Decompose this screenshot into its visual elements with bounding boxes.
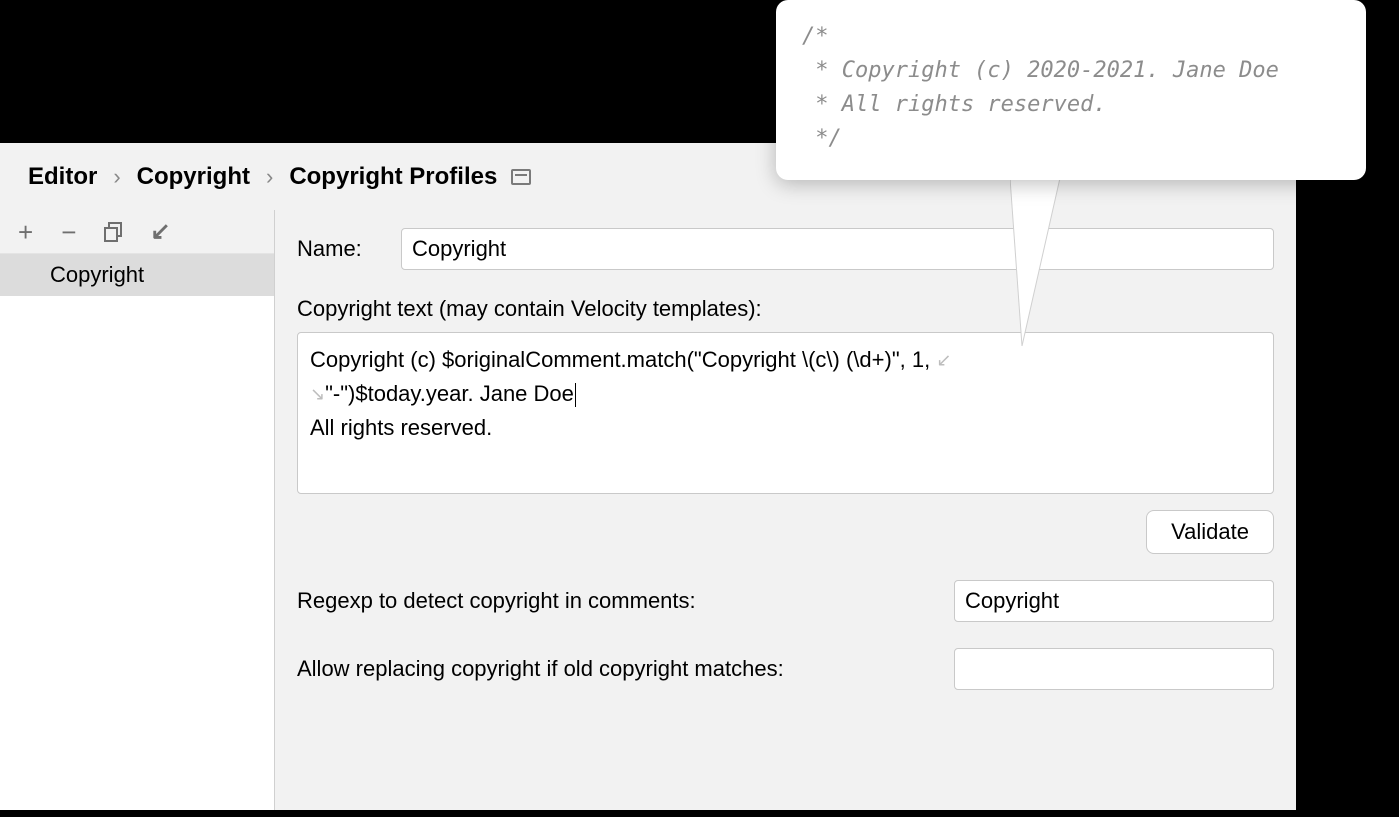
soft-wrap-icon: ↘ — [310, 384, 325, 404]
allow-replace-label: Allow replacing copyright if old copyrig… — [297, 656, 954, 682]
preview-tooltip: /* * Copyright (c) 2020-2021. Jane Doe *… — [776, 0, 1366, 180]
window-icon[interactable] — [511, 169, 531, 185]
profiles-list[interactable]: Copyright — [0, 254, 274, 810]
copyright-text-line2: All rights reserved. — [310, 415, 492, 440]
text-cursor — [575, 383, 576, 407]
copy-icon — [104, 222, 122, 242]
profiles-sidebar: + − ↙ Copyright — [0, 210, 275, 810]
copyright-text-line1b: "-")$today.year. Jane Doe — [325, 381, 574, 406]
name-input[interactable] — [401, 228, 1274, 270]
tooltip-tail-icon — [1010, 178, 1080, 348]
regex-detect-input[interactable] — [954, 580, 1274, 622]
import-button[interactable]: ↙ — [150, 220, 170, 244]
chevron-right-icon: › — [266, 164, 273, 190]
panel-body: + − ↙ Copyright Name: Copyright text (ma… — [0, 210, 1296, 810]
settings-panel: Editor › Copyright › Copyright Profiles … — [0, 143, 1296, 810]
breadcrumb-item-copyright-profiles[interactable]: Copyright Profiles — [289, 163, 497, 191]
allow-replace-input[interactable] — [954, 648, 1274, 690]
name-label: Name: — [297, 236, 401, 262]
chevron-right-icon: › — [113, 164, 120, 190]
remove-button[interactable]: − — [61, 219, 76, 245]
add-button[interactable]: + — [18, 219, 33, 245]
copyright-text-label: Copyright text (may contain Velocity tem… — [297, 296, 1274, 322]
soft-wrap-icon: ↙ — [936, 350, 951, 370]
copy-button[interactable] — [104, 222, 122, 242]
preview-line: * Copyright (c) 2020-2021. Jane Doe — [802, 58, 1279, 83]
sidebar-toolbar: + − ↙ — [0, 210, 274, 254]
copyright-text-line1a: Copyright (c) $originalComment.match("Co… — [310, 347, 936, 372]
regex-detect-label: Regexp to detect copyright in comments: — [297, 588, 954, 614]
breadcrumb-item-editor[interactable]: Editor — [28, 163, 97, 191]
preview-line: */ — [802, 126, 842, 151]
validate-button[interactable]: Validate — [1146, 510, 1274, 554]
breadcrumb-item-copyright[interactable]: Copyright — [137, 163, 250, 191]
preview-line: /* — [802, 24, 829, 49]
copyright-text-input[interactable]: Copyright (c) $originalComment.match("Co… — [297, 332, 1274, 494]
preview-line: * All rights reserved. — [802, 92, 1107, 117]
profile-editor-form: Name: Copyright text (may contain Veloci… — [275, 210, 1296, 810]
list-item[interactable]: Copyright — [0, 254, 274, 296]
